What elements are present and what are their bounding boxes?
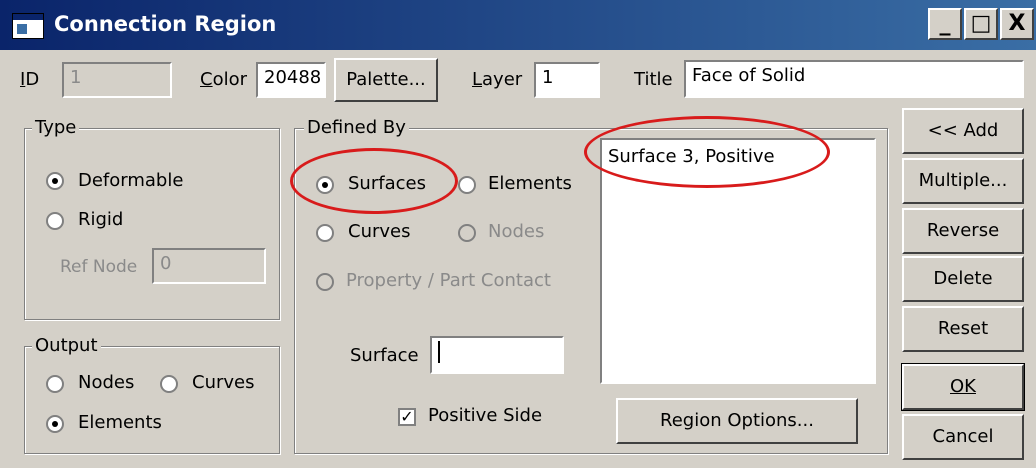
output-elements-label: Elements	[78, 412, 162, 433]
output-elements-radio[interactable]	[46, 415, 64, 433]
region-options-button[interactable]: Region Options...	[616, 398, 858, 444]
id-field: 1	[62, 62, 172, 98]
curves-label: Curves	[348, 221, 411, 242]
minimize-button[interactable]: _	[928, 8, 962, 40]
color-field[interactable]: 20488	[256, 62, 326, 98]
window-icon	[12, 13, 44, 39]
output-nodes-label: Nodes	[78, 372, 135, 393]
reverse-button-label: Reverse	[926, 220, 1000, 241]
surface-label: Surface	[350, 345, 419, 366]
delete-button-label: Delete	[933, 268, 993, 289]
elements-label: Elements	[488, 173, 572, 194]
elements-radio[interactable]	[458, 176, 476, 194]
curves-radio[interactable]	[316, 224, 334, 242]
reset-button-label: Reset	[937, 318, 989, 339]
layer-label: Layer	[472, 69, 523, 90]
defined-by-group-title: Defined By	[304, 117, 409, 138]
property-part-contact-radio	[316, 273, 334, 291]
output-curves-label: Curves	[192, 372, 255, 393]
multiple-button[interactable]: Multiple...	[902, 158, 1024, 204]
ok-button[interactable]: OK	[901, 363, 1025, 411]
window-title: Connection Region	[54, 12, 277, 36]
surface-input[interactable]	[430, 336, 564, 374]
region-list-item[interactable]: Surface 3, Positive	[602, 140, 874, 173]
rigid-label: Rigid	[78, 209, 124, 230]
property-part-contact-label: Property / Part Contact	[346, 270, 551, 291]
ref-node-label: Ref Node	[60, 257, 138, 277]
palette-button[interactable]: Palette...	[334, 58, 438, 102]
color-label: Color	[200, 69, 248, 90]
output-nodes-radio[interactable]	[46, 375, 64, 393]
output-group-title: Output	[32, 335, 101, 356]
title-field[interactable]: Face of Solid	[684, 60, 1024, 98]
positive-side-checkbox[interactable]: ✓	[398, 408, 416, 426]
rigid-radio[interactable]	[46, 212, 64, 230]
ok-button-label: OK	[950, 376, 976, 397]
close-button[interactable]: X	[1000, 8, 1034, 40]
nodes-radio	[458, 224, 476, 242]
delete-button[interactable]: Delete	[902, 256, 1024, 302]
type-group-title: Type	[32, 117, 80, 138]
reverse-button[interactable]: Reverse	[902, 208, 1024, 254]
palette-button-label: Palette...	[346, 69, 426, 90]
add-button[interactable]: << Add	[902, 108, 1024, 154]
add-button-label: << Add	[927, 120, 999, 141]
id-label: ID	[20, 69, 40, 90]
layer-field[interactable]: 1	[534, 62, 600, 98]
cancel-button[interactable]: Cancel	[902, 414, 1024, 460]
surfaces-label: Surfaces	[348, 173, 426, 194]
cancel-button-label: Cancel	[932, 426, 994, 447]
reset-button[interactable]: Reset	[902, 306, 1024, 352]
ref-node-field: 0	[152, 248, 266, 284]
surfaces-radio[interactable]	[316, 176, 334, 194]
text-cursor	[438, 341, 440, 363]
region-list[interactable]: Surface 3, Positive	[600, 138, 876, 384]
output-group	[24, 346, 280, 454]
deformable-label: Deformable	[78, 170, 184, 191]
multiple-button-label: Multiple...	[918, 170, 1008, 191]
title-bar[interactable]: Connection Region _ □ X	[0, 0, 1036, 50]
positive-side-label: Positive Side	[428, 405, 543, 426]
output-curves-radio[interactable]	[160, 375, 178, 393]
title-label: Title	[634, 69, 673, 90]
maximize-button[interactable]: □	[964, 8, 998, 40]
deformable-radio[interactable]	[46, 172, 64, 190]
connection-region-dialog: Connection Region _ □ X ID 1 Color 20488…	[0, 0, 1036, 468]
nodes-label: Nodes	[488, 221, 545, 242]
region-options-label: Region Options...	[660, 410, 814, 431]
